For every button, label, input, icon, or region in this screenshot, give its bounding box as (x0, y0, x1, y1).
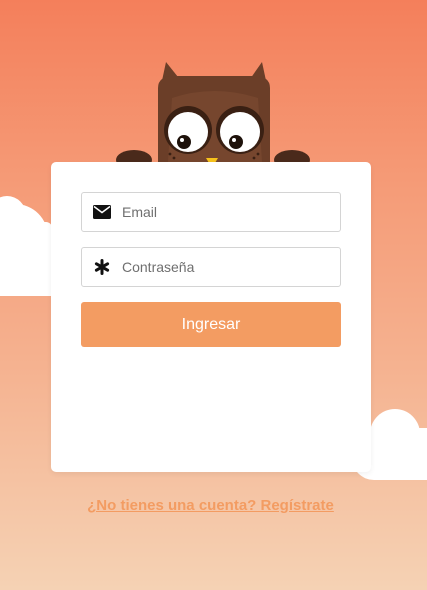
login-card: Ingresar (51, 162, 371, 472)
login-button[interactable]: Ingresar (81, 302, 341, 347)
cloud-left (0, 222, 52, 296)
password-field[interactable] (81, 247, 341, 287)
email-input[interactable] (122, 195, 340, 229)
owl-mascot (116, 62, 310, 176)
envelope-icon (82, 205, 122, 219)
register-link[interactable]: ¿No tienes una cuenta? Regístrate (0, 497, 421, 514)
asterisk-icon (82, 259, 122, 275)
password-input[interactable] (122, 250, 340, 284)
email-field[interactable] (81, 192, 341, 232)
